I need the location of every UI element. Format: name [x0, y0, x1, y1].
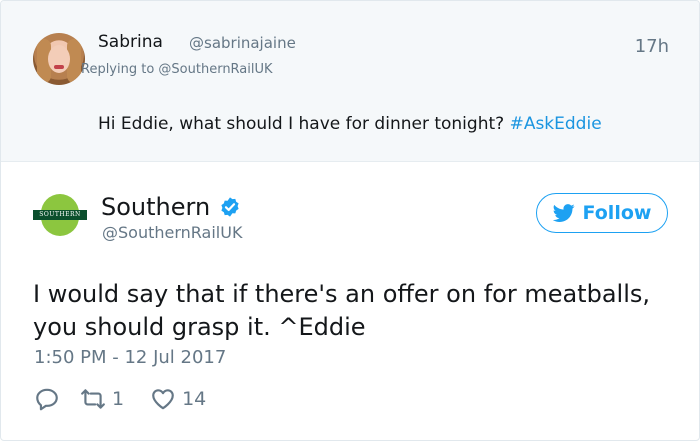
- tweet-text: I would say that if there's an offer on …: [33, 280, 650, 341]
- tweet-actions: 1 14: [34, 385, 206, 413]
- avatar[interactable]: [33, 33, 85, 85]
- parent-tweet[interactable]: Sabrina @sabrinajaine 17h Replying to @S…: [1, 1, 699, 162]
- reply-icon: [36, 388, 58, 411]
- follow-label: Follow: [582, 202, 652, 224]
- verified-badge-icon: [221, 197, 239, 217]
- reply-action[interactable]: [34, 386, 60, 412]
- author-name[interactable]: Southern: [101, 193, 210, 221]
- reply-body: Hi Eddie, what should I have for dinner …: [98, 114, 505, 134]
- twitter-bird-icon: [552, 204, 575, 222]
- replying-to-label[interactable]: Replying to @SouthernRailUK: [81, 62, 273, 77]
- author-handle[interactable]: @SouthernRailUK: [102, 223, 242, 242]
- avatar-lips: [54, 65, 64, 69]
- like-count: 14: [182, 388, 207, 410]
- tweet-card: Sabrina @sabrinajaine 17h Replying to @S…: [0, 0, 700, 441]
- retweet-icon: [81, 389, 105, 409]
- follow-button[interactable]: Follow: [536, 193, 668, 233]
- reply-timestamp[interactable]: 17h: [635, 36, 669, 57]
- southern-logo[interactable]: SOUTHERN: [33, 194, 87, 238]
- retweet-action[interactable]: 1: [80, 386, 124, 412]
- reply-text: Hi Eddie, what should I have for dinner …: [98, 114, 602, 134]
- logo-band-text: SOUTHERN: [33, 210, 87, 220]
- tweet-timestamp[interactable]: 1:50 PM - 12 Jul 2017: [34, 347, 226, 368]
- retweet-count: 1: [112, 388, 125, 410]
- like-action[interactable]: 14: [150, 386, 206, 412]
- like-heart-icon: [152, 389, 174, 410]
- hashtag-link[interactable]: #AskEddie: [510, 114, 602, 134]
- reply-author-name[interactable]: Sabrina: [98, 32, 163, 52]
- reply-author-handle[interactable]: @sabrinajaine: [189, 34, 296, 52]
